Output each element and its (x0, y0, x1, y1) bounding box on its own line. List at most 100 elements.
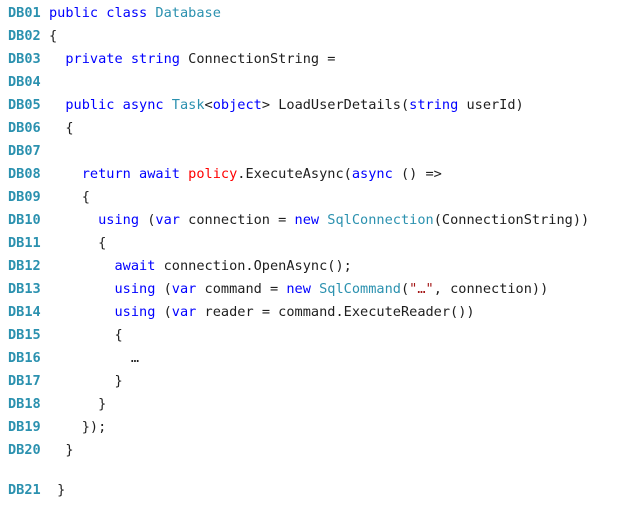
code-line: DB06 { (8, 117, 589, 140)
line-number: DB06 (8, 120, 41, 136)
line-number: DB17 (8, 373, 41, 389)
code-text: using (var command = new SqlCommand("…",… (49, 278, 548, 301)
code-token: reader = command.ExecuteReader()) (196, 304, 475, 320)
code-token: ( (155, 304, 172, 320)
code-text: { (49, 25, 57, 48)
line-number: DB14 (8, 304, 41, 320)
line-number: DB18 (8, 396, 41, 412)
code-line: DB01 public class Database (8, 2, 589, 25)
code-text: return await policy.ExecuteAsync(async (… (49, 163, 442, 186)
line-number: DB09 (8, 189, 41, 205)
code-token: Task (171, 97, 205, 113)
code-token: … (49, 350, 140, 366)
line-number: DB11 (8, 235, 41, 251)
code-line: DB14 using (var reader = command.Execute… (8, 301, 589, 324)
code-line: DB05 public async Task<object> LoadUserD… (8, 94, 589, 117)
code-line: DB07 (8, 140, 589, 163)
code-token: { (49, 28, 58, 44)
code-token: SqlConnection (327, 212, 434, 228)
code-token: "…" (409, 281, 434, 297)
line-number: DB15 (8, 327, 41, 343)
code-token: public class (49, 5, 156, 21)
line-number: DB05 (8, 97, 41, 113)
code-line: DB11 { (8, 232, 589, 255)
line-number: DB01 (8, 5, 41, 21)
code-text: private string ConnectionString = (49, 48, 335, 71)
code-token: .ExecuteAsync( (237, 166, 352, 182)
code-token: private string (65, 51, 180, 67)
code-token: using (98, 212, 140, 228)
code-line: DB09 { (8, 186, 589, 209)
code-token: { (49, 235, 107, 251)
code-text: using (var connection = new SqlConnectio… (49, 209, 589, 232)
code-listing: DB01 public class Database DB02 {DB03 priva… (8, 2, 589, 502)
code-token: new (286, 281, 320, 297)
code-token: (ConnectionString)) (433, 212, 590, 228)
code-token: var (171, 281, 197, 297)
code-line: DB20 } (8, 439, 589, 462)
code-token: object (212, 97, 262, 113)
code-token: command = (196, 281, 287, 297)
code-text: { (49, 232, 106, 255)
code-line: DB16 … (8, 347, 589, 370)
code-token: new (294, 212, 328, 228)
line-number: DB02 (8, 28, 41, 44)
code-token: ( (155, 281, 172, 297)
code-text: { (49, 324, 123, 347)
code-token: }); (49, 419, 107, 435)
code-text: await connection.OpenAsync(); (49, 255, 351, 278)
code-text: }); (49, 416, 107, 439)
code-token: > LoadUserDetails( (261, 97, 410, 113)
code-token: await (114, 258, 156, 274)
code-token: string (409, 97, 459, 113)
code-token: < (204, 97, 213, 113)
code-token: () => (392, 166, 442, 182)
line-number: DB20 (8, 442, 41, 458)
code-token: ( (139, 212, 156, 228)
code-token: using (114, 304, 156, 320)
code-line: DB19 }); (8, 416, 589, 439)
code-text: public async Task<object> LoadUserDetail… (49, 94, 524, 117)
line-number: DB04 (8, 74, 41, 90)
code-text: using (var reader = command.ExecuteReade… (49, 301, 475, 324)
code-line: DB18 } (8, 393, 589, 416)
code-text: } (49, 439, 74, 462)
code-token: public async (65, 97, 172, 113)
code-text: { (49, 117, 74, 140)
code-text: { (49, 186, 90, 209)
line-number: DB13 (8, 281, 41, 297)
code-token: var (171, 304, 197, 320)
code-token: policy (188, 166, 238, 182)
line-number: DB19 (8, 419, 41, 435)
code-line: DB02 { (8, 25, 589, 48)
code-token: var (155, 212, 180, 228)
code-text: … (49, 347, 139, 370)
code-line: DB13 using (var command = new SqlCommand… (8, 278, 589, 301)
code-text: } (49, 370, 123, 393)
code-text: } (49, 479, 65, 502)
line-number: DB10 (8, 212, 41, 228)
line-number: DB12 (8, 258, 41, 274)
code-token: async (351, 166, 393, 182)
code-token: } (49, 396, 107, 412)
code-token: Database (155, 5, 221, 21)
code-token: userId) (458, 97, 524, 113)
code-text: public class Database (49, 2, 221, 25)
code-line: DB21 } (8, 479, 589, 502)
code-token: { (49, 189, 90, 205)
code-token: } (49, 442, 74, 458)
code-token: using (114, 281, 156, 297)
code-token: { (49, 120, 74, 136)
line-number: DB21 (8, 482, 41, 498)
line-number: DB08 (8, 166, 41, 182)
code-token: } (49, 373, 123, 389)
line-number: DB16 (8, 350, 41, 366)
code-token: { (49, 327, 123, 343)
